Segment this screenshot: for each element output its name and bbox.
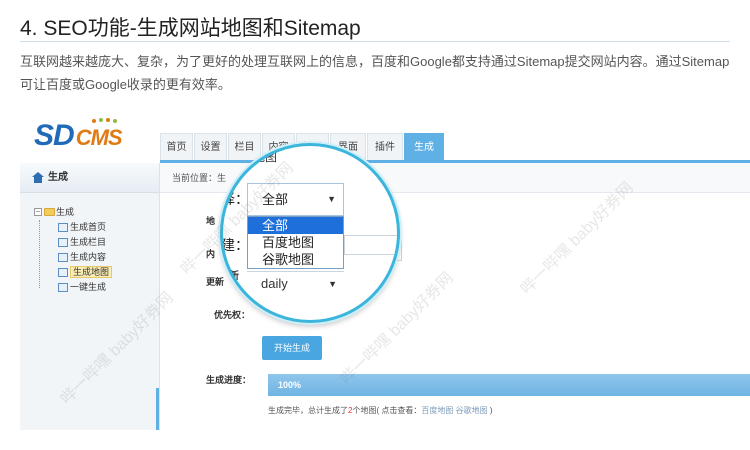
filename-input-zoomed[interactable] [344, 235, 397, 255]
logo-sd: SD [34, 119, 75, 152]
start-generate-button[interactable]: 开始生成 [262, 336, 322, 360]
map-type-select[interactable]: 全部 ▼ [247, 183, 344, 216]
map-type-label: 择： [221, 191, 249, 207]
sidebar-item-onekey[interactable]: 一键生成 [34, 280, 159, 295]
sidebar-item-sitemap[interactable]: 生成地图 [34, 265, 159, 280]
page-icon [58, 283, 68, 292]
article-rule [20, 41, 730, 42]
freq-value: daily [261, 276, 288, 291]
freq-label-zoomed: 更新 [220, 271, 239, 282]
sidebar-item-label: 生成地图 [70, 266, 113, 278]
sidebar-item-label: 一键生成 [70, 282, 107, 292]
tab-settings[interactable]: 设置 [194, 133, 227, 161]
page-icon [58, 253, 68, 262]
progress-label: 生成进度： [206, 375, 252, 385]
generate-result: 生成完毕，总计生成了2个地图( 点击查看：百度地图 谷歌地图 ) [268, 405, 492, 416]
progress-bar: 100% [268, 374, 750, 396]
create-label: 建： [221, 237, 249, 253]
collapse-icon[interactable]: − [34, 208, 42, 216]
people-icon [92, 118, 117, 123]
sidebar-item-label: 生成首页 [70, 222, 107, 232]
page-icon [58, 268, 68, 277]
option-baidu-map[interactable]: 百度地图 [248, 234, 343, 251]
page-icon [58, 238, 68, 247]
sidebar-item-columns[interactable]: 生成栏目 [34, 235, 159, 250]
home-icon [32, 172, 44, 183]
result-mid: 个地图( 点击查看： [352, 406, 422, 415]
page-icon [58, 223, 68, 232]
sidebar: 生成 − 生成 生成首页 生成栏目 生成内容 生成地图 一键生成 [20, 163, 160, 430]
logo-cms: CMS [75, 125, 123, 150]
baidu-map-link[interactable]: 百度地图 [421, 406, 453, 415]
sidebar-scrollbar[interactable] [156, 388, 159, 430]
tree-root-label: 生成 [56, 207, 75, 217]
chevron-down-icon: ▼ [328, 279, 337, 289]
sidebar-item-label: 生成栏目 [70, 237, 107, 247]
google-map-link[interactable]: 谷歌地图 [456, 406, 488, 415]
progress-fill [268, 374, 750, 396]
sidebar-header: 生成 [20, 163, 159, 193]
sidebar-item-label: 生成内容 [70, 252, 107, 262]
sidebar-title: 生成 [48, 172, 68, 183]
type-label: 地 [206, 216, 216, 226]
option-all[interactable]: 全部 [248, 217, 343, 234]
sidebar-item-content[interactable]: 生成内容 [34, 250, 159, 265]
sidebar-tree: − 生成 生成首页 生成栏目 生成内容 生成地图 一键生成 [20, 193, 159, 295]
result-suffix: ) [489, 406, 493, 415]
name-label: 内 [206, 249, 216, 259]
progress-text: 100% [278, 380, 302, 390]
magnifier-callout: 地图 择： 全部 ▼ 全部 百度地图 谷歌地图 建： 更新 daily ▼ [220, 143, 400, 323]
magnifier-title: 地图 [253, 150, 278, 164]
priority-label: 优先权： [214, 310, 251, 320]
tab-plugins[interactable]: 插件 [367, 133, 403, 161]
tab-home[interactable]: 首页 [160, 133, 193, 161]
article-title: 4. SEO功能-生成网站地图和Sitemap [20, 17, 361, 40]
tab-generate[interactable]: 生成 [404, 133, 444, 161]
watermark: 哔一哔嘿 baby好券网 [517, 179, 637, 299]
result-prefix: 生成完毕，总计生成了 [268, 406, 348, 415]
tree-root[interactable]: − 生成 [34, 205, 159, 220]
article-description: 互联网越来越庞大、复杂，为了更好的处理互联网上的信息，百度和Google都支持通… [20, 54, 730, 92]
chevron-down-icon: ▼ [327, 194, 336, 204]
freq-select[interactable]: daily ▼ [247, 271, 344, 296]
map-type-dropdown: 全部 百度地图 谷歌地图 [247, 216, 344, 269]
cms-screenshot: SDCMS 首页 设置 栏目 内容 扩展 界面 插件 生成 生成 − 生成 [20, 115, 750, 430]
sidebar-item-home[interactable]: 生成首页 [34, 220, 159, 235]
option-google-map[interactable]: 谷歌地图 [248, 251, 343, 268]
freq-label: 更新 [206, 277, 225, 287]
folder-icon [44, 208, 55, 216]
map-type-value: 全部 [262, 192, 289, 207]
